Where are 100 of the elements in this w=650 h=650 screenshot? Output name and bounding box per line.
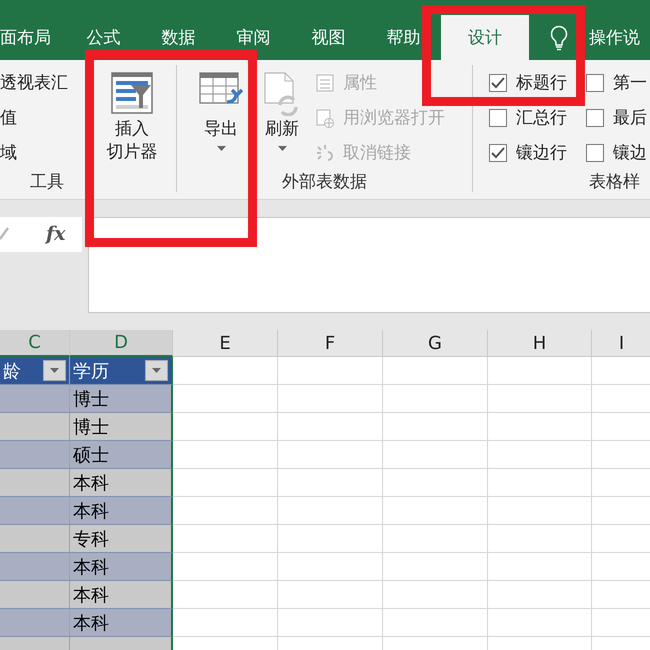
column-header[interactable]: I — [592, 330, 650, 357]
grid-cell[interactable] — [173, 385, 278, 413]
table-cell[interactable]: 博士 — [70, 413, 173, 441]
checkbox[interactable] — [586, 74, 604, 92]
checkbox[interactable] — [489, 144, 507, 162]
ribbon-command[interactable]: 域 — [0, 135, 88, 170]
check-icon[interactable] — [0, 226, 9, 240]
filter-button[interactable] — [145, 360, 168, 381]
grid-cell[interactable] — [173, 581, 278, 609]
table-cell[interactable]: 本科 — [70, 553, 173, 581]
grid-cell[interactable] — [173, 413, 278, 441]
table-cell[interactable] — [0, 525, 70, 553]
ribbon-tab[interactable]: 帮助 — [366, 15, 441, 60]
grid-cell[interactable] — [383, 357, 488, 385]
checkbox-label: 镶边行 — [516, 142, 567, 164]
checkbox[interactable] — [586, 144, 604, 162]
table-cell[interactable] — [0, 469, 70, 497]
ribbon-tab[interactable]: 公式 — [66, 15, 141, 60]
grid-cell[interactable] — [278, 581, 383, 609]
grid-cell[interactable] — [488, 553, 592, 581]
grid-cell[interactable] — [383, 581, 488, 609]
checkbox[interactable] — [586, 108, 604, 126]
column-header[interactable]: H — [488, 330, 592, 357]
ribbon-button[interactable]: 插入 切片器 — [88, 65, 176, 170]
insert-function-button[interactable]: fx — [46, 223, 66, 245]
grid-cell[interactable] — [278, 441, 383, 469]
grid-cell[interactable] — [488, 357, 592, 385]
grid-cell[interactable] — [278, 385, 383, 413]
grid-cell[interactable] — [488, 525, 592, 553]
table-cell[interactable] — [0, 581, 70, 609]
ribbon-tab[interactable]: 视图 — [291, 15, 366, 60]
grid-cell[interactable] — [488, 581, 592, 609]
grid-cell[interactable] — [488, 413, 592, 441]
table-cell[interactable]: 本科 — [70, 469, 173, 497]
table-header-cell: 学历 — [70, 357, 173, 385]
caret-icon — [152, 368, 161, 373]
ribbon-command[interactable]: 透视表汇 — [0, 65, 88, 100]
formula-input[interactable] — [88, 217, 650, 313]
grid-cell[interactable] — [488, 497, 592, 525]
ribbon-button[interactable]: 刷新 — [259, 65, 305, 170]
table-cell[interactable] — [0, 441, 70, 469]
checkbox-label: 镶边 — [613, 142, 647, 164]
grid-cell[interactable] — [383, 385, 488, 413]
column-header[interactable]: C — [0, 330, 70, 357]
grid-cell[interactable] — [173, 469, 278, 497]
grid-cell[interactable] — [488, 385, 592, 413]
table-cell[interactable]: 博士 — [70, 385, 173, 413]
column-header[interactable]: D — [70, 330, 173, 357]
checkbox[interactable] — [489, 74, 507, 92]
lightbulb-icon[interactable] — [549, 24, 569, 50]
table-cell[interactable] — [0, 497, 70, 525]
checkbox[interactable] — [489, 108, 507, 126]
grid-cell[interactable] — [383, 469, 488, 497]
grid-cell[interactable] — [383, 413, 488, 441]
grid-cell[interactable] — [488, 609, 592, 637]
browser-icon — [315, 108, 335, 128]
grid-cell[interactable] — [488, 441, 592, 469]
grid-cell[interactable] — [383, 553, 488, 581]
table-cell[interactable]: 本科 — [70, 609, 173, 637]
grid-cell[interactable] — [278, 469, 383, 497]
grid-cell[interactable] — [173, 525, 278, 553]
properties-icon — [315, 72, 335, 92]
grid-cell[interactable] — [383, 525, 488, 553]
grid-cell[interactable] — [383, 609, 488, 637]
ribbon-tab[interactable]: 面布局 — [0, 15, 66, 60]
table-cell[interactable]: 专科 — [70, 525, 173, 553]
grid-cell[interactable] — [278, 609, 383, 637]
grid-cell[interactable] — [173, 357, 278, 385]
filter-button[interactable] — [43, 360, 66, 381]
grid-cell[interactable] — [173, 609, 278, 637]
ribbon-tab[interactable]: 设计 — [441, 15, 529, 60]
grid-cell[interactable] — [278, 497, 383, 525]
grid-cell[interactable] — [173, 553, 278, 581]
table-cell[interactable] — [0, 553, 70, 581]
grid-cell[interactable] — [383, 441, 488, 469]
column-header[interactable]: E — [173, 330, 278, 357]
ribbon-tab[interactable]: 数据 — [141, 15, 216, 60]
table-cell[interactable] — [0, 385, 70, 413]
grid-cell[interactable] — [278, 525, 383, 553]
caret-icon — [50, 368, 59, 373]
refresh-icon — [264, 72, 300, 116]
group-label: 表格样 — [589, 171, 640, 193]
grid-cell[interactable] — [278, 553, 383, 581]
grid-cell[interactable] — [383, 497, 488, 525]
table-cell[interactable] — [0, 609, 70, 637]
grid-cell[interactable] — [173, 441, 278, 469]
ribbon-button[interactable]: 导出 — [191, 65, 251, 170]
table-cell[interactable]: 本科 — [70, 497, 173, 525]
ribbon-tab[interactable]: 审阅 — [216, 15, 291, 60]
grid-cell[interactable] — [278, 357, 383, 385]
table-cell[interactable] — [0, 413, 70, 441]
grid-cell[interactable] — [278, 413, 383, 441]
column-header[interactable]: F — [278, 330, 383, 357]
column-header[interactable]: G — [383, 330, 488, 357]
grid-cell[interactable] — [173, 497, 278, 525]
grid-cell[interactable] — [488, 469, 592, 497]
ribbon-command[interactable]: 值 — [0, 100, 88, 135]
table-cell[interactable]: 本科 — [70, 581, 173, 609]
tell-me-field[interactable]: 操作说 — [589, 15, 640, 60]
table-cell[interactable]: 硕士 — [70, 441, 173, 469]
